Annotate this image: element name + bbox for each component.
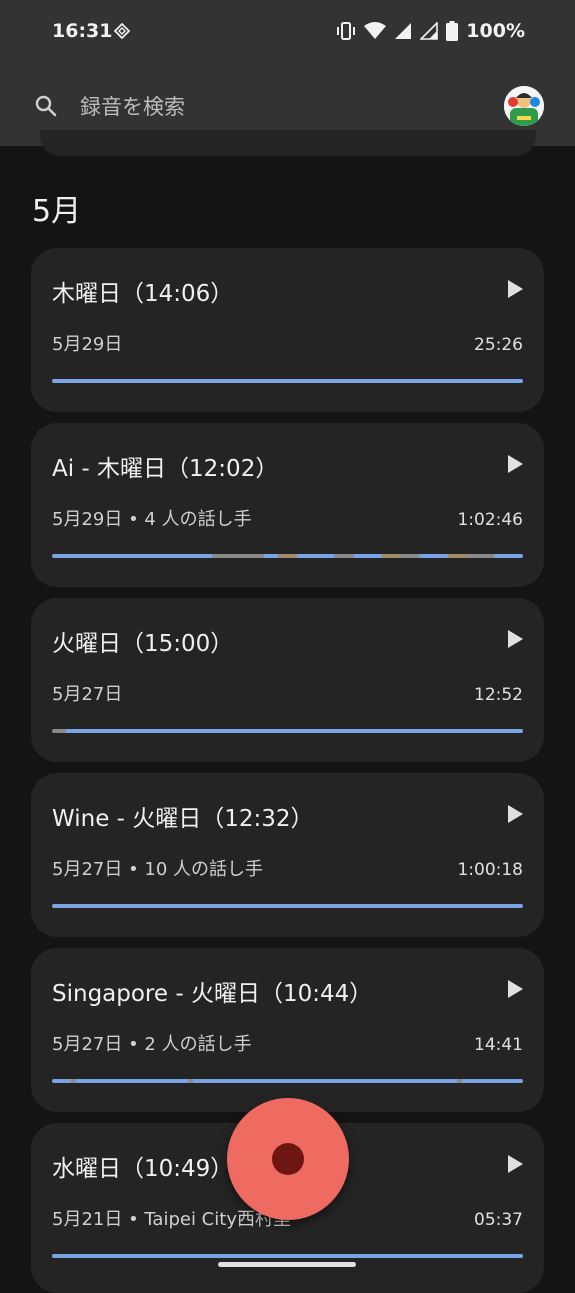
signal-icon — [420, 22, 439, 40]
recording-duration: 1:00:18 — [457, 860, 523, 880]
recording-card[interactable]: Singapore - 火曜日（10:44） 5月27日 • 2 人の話し手 1… — [31, 948, 544, 1112]
record-button[interactable] — [227, 1098, 349, 1220]
search-icon[interactable] — [34, 94, 58, 118]
status-time: 16:31 — [52, 20, 113, 42]
waveform-progress — [52, 379, 523, 383]
recording-title: 水曜日（10:49） — [52, 1156, 234, 1182]
play-icon[interactable] — [504, 978, 526, 1000]
recording-title: Ai - 木曜日（12:02） — [52, 456, 279, 482]
recording-card[interactable]: 火曜日（15:00） 5月27日 12:52 — [31, 598, 544, 762]
waveform-progress — [52, 554, 523, 558]
signal-icon — [395, 23, 412, 39]
recording-card[interactable]: 木曜日（14:06） 5月29日 25:26 — [31, 248, 544, 412]
month-header: 5月 — [32, 194, 82, 229]
recording-title: 火曜日（15:00） — [52, 631, 234, 657]
recording-card[interactable]: Wine - 火曜日（12:32） 5月27日 • 10 人の話し手 1:00:… — [31, 773, 544, 937]
play-icon[interactable] — [504, 453, 526, 475]
play-icon[interactable] — [504, 628, 526, 650]
play-icon[interactable] — [504, 803, 526, 825]
diamond-icon — [114, 23, 130, 39]
recording-subtitle: 5月27日 • 10 人の話し手 — [52, 859, 264, 880]
waveform-progress — [52, 729, 523, 733]
status-icons: 100% — [336, 20, 525, 42]
wifi-icon — [364, 22, 387, 39]
recording-duration: 25:26 — [474, 335, 523, 355]
recording-title: 木曜日（14:06） — [52, 281, 234, 307]
search-input[interactable] — [78, 90, 462, 124]
status-bar: 16:31 100% — [0, 0, 575, 64]
recording-duration: 05:37 — [474, 1210, 523, 1230]
recording-subtitle: 5月29日 — [52, 334, 123, 355]
waveform-progress — [52, 904, 523, 908]
recording-card[interactable]: Ai - 木曜日（12:02） 5月29日 • 4 人の話し手 1:02:46 — [31, 423, 544, 587]
vibrate-icon — [337, 22, 356, 40]
recording-title: Wine - 火曜日（12:32） — [52, 806, 314, 832]
waveform-progress — [52, 1079, 523, 1083]
recording-subtitle: 5月27日 • 2 人の話し手 — [52, 1034, 252, 1055]
battery-percent: 100% — [466, 20, 525, 42]
recording-subtitle: 5月29日 • 4 人の話し手 — [52, 509, 252, 530]
recording-duration: 1:02:46 — [457, 510, 523, 530]
play-icon[interactable] — [504, 1153, 526, 1175]
play-icon[interactable] — [504, 278, 526, 300]
home-indicator[interactable] — [218, 1262, 356, 1267]
previous-card-edge — [40, 130, 536, 156]
recording-title: Singapore - 火曜日（10:44） — [52, 981, 373, 1007]
avatar[interactable] — [504, 86, 544, 126]
record-icon — [272, 1143, 304, 1175]
battery-icon — [446, 21, 459, 41]
waveform-progress — [52, 1254, 523, 1258]
recording-duration: 12:52 — [474, 685, 523, 705]
recording-subtitle: 5月27日 — [52, 684, 123, 705]
recording-duration: 14:41 — [474, 1035, 523, 1055]
